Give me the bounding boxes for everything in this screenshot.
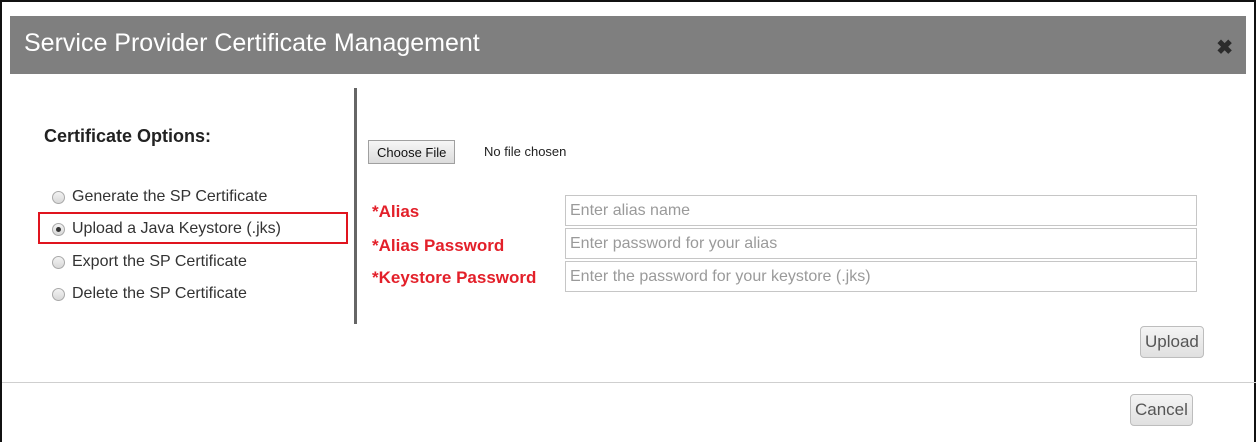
dialog-titlebar: Service Provider Certificate Management … <box>10 16 1246 74</box>
keystore-password-input[interactable] <box>565 261 1197 292</box>
choose-file-button[interactable]: Choose File <box>368 140 456 164</box>
cancel-button[interactable]: Cancel <box>1130 394 1193 426</box>
footer-divider <box>2 382 1256 383</box>
alias-password-label: *Alias Password <box>372 236 505 255</box>
option-label: Delete the SP Certificate <box>72 285 247 302</box>
option-generate-sp-certificate[interactable]: Generate the SP Certificate <box>52 185 267 209</box>
vertical-divider <box>354 88 357 324</box>
alias-input[interactable] <box>565 195 1197 226</box>
selected-option-highlight <box>38 212 348 244</box>
close-icon[interactable]: ✖ <box>1216 35 1233 60</box>
radio-button[interactable] <box>52 190 65 204</box>
file-status-text: No file chosen <box>484 144 567 159</box>
option-label: Export the SP Certificate <box>72 253 247 270</box>
radio-button[interactable] <box>52 255 65 269</box>
alias-password-input[interactable] <box>565 228 1197 259</box>
option-label: Generate the SP Certificate <box>72 188 268 205</box>
alias-label: *Alias <box>372 202 420 221</box>
keystore-password-label: *Keystore Password <box>372 268 537 287</box>
dialog-title: Service Provider Certificate Management <box>24 29 480 57</box>
certificate-dialog: Service Provider Certificate Management … <box>0 0 1256 442</box>
radio-button[interactable] <box>52 287 65 301</box>
option-export-sp-certificate[interactable]: Export the SP Certificate <box>52 250 247 274</box>
certificate-options-heading: Certificate Options: <box>44 126 212 146</box>
option-delete-sp-certificate[interactable]: Delete the SP Certificate <box>52 282 247 306</box>
upload-button[interactable]: Upload <box>1140 326 1204 358</box>
